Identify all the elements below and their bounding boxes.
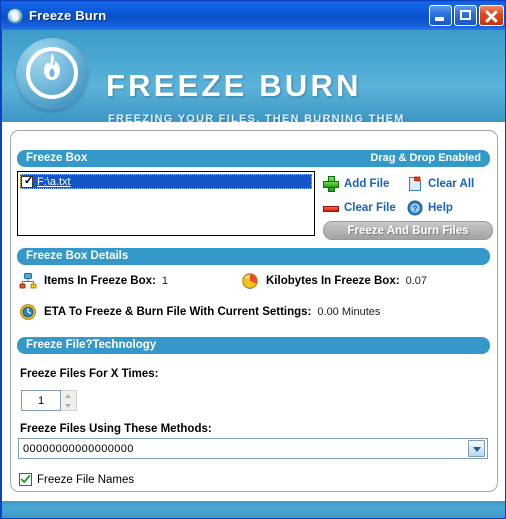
list-item[interactable]: ✓ F:\a.txt [20, 174, 312, 189]
items-in-box-value: 1 [161, 275, 168, 287]
flame-circle-logo [16, 38, 88, 110]
detail-items-in-box: Items In Freeze Box: 1 [19, 272, 168, 290]
methods-label: Freeze Files Using These Methods: [20, 423, 212, 435]
stepper-down-icon[interactable] [61, 401, 76, 411]
chevron-down-icon[interactable] [468, 440, 485, 457]
kilobytes-in-box-label: Kilobytes In Freeze Box: [266, 275, 400, 287]
detail-eta: ETA To Freeze & Burn File With Current S… [19, 303, 380, 321]
clear-all-label: Clear All [428, 177, 475, 190]
times-stepper[interactable]: 1 [21, 390, 77, 411]
technology-section-header: Freeze File?Technology [17, 337, 490, 354]
app-flame-icon [7, 7, 23, 24]
window-controls [429, 5, 504, 26]
close-button[interactable] [479, 5, 504, 26]
drag-drop-note: Drag & Drop Enabled [370, 152, 481, 164]
plus-icon [323, 175, 339, 192]
network-nodes-icon [19, 272, 37, 290]
clear-all-page-icon [407, 176, 423, 192]
times-label: Freeze Files For X Times: [20, 368, 159, 380]
clear-file-button[interactable]: Clear File [323, 200, 407, 216]
maximize-button[interactable] [454, 5, 477, 26]
help-button[interactable]: ? Help [407, 200, 491, 216]
clear-all-button[interactable]: Clear All [407, 176, 491, 192]
list-item-checkbox[interactable]: ✓ [21, 175, 33, 188]
flame-icon [44, 54, 60, 80]
banner-title: FREEZE BURN [106, 68, 362, 103]
add-file-button[interactable]: Add File [323, 175, 407, 192]
help-question-icon: ? [407, 200, 423, 216]
freeze-file-names-label: Freeze File Names [37, 473, 135, 486]
clear-file-label: Clear File [344, 201, 396, 214]
items-in-box-label: Items In Freeze Box: [44, 275, 156, 287]
list-item-label: F:\a.txt [37, 175, 71, 188]
freeze-file-names-checkbox-row[interactable]: Freeze File Names [19, 473, 134, 486]
banner: FREEZE BURN FREEZING YOUR FILES. THEN BU… [2, 30, 505, 123]
eta-label: ETA To Freeze & Burn File With Current S… [44, 306, 312, 318]
technology-section-title: Freeze File?Technology [26, 338, 157, 351]
banner-subtitle: FREEZING YOUR FILES. THEN BURNING THEM [108, 113, 405, 123]
times-stepper-buttons[interactable] [61, 390, 77, 411]
svg-text:?: ? [413, 204, 418, 213]
add-file-label: Add File [344, 177, 390, 190]
titlebar: Freeze Burn [1, 1, 505, 30]
statusbar [2, 501, 505, 518]
freeze-box-actions: Add File Clear All Clear File ? Help [323, 173, 493, 221]
minimize-button[interactable] [429, 5, 452, 26]
pie-sphere-icon [241, 272, 259, 290]
freeze-file-names-checkbox[interactable] [19, 473, 32, 486]
kilobytes-in-box-value: 0.07 [405, 275, 427, 287]
freeze-box-section-header: Freeze Box Drag & Drop Enabled [17, 150, 490, 167]
clock-icon [19, 303, 37, 321]
action-row-bottom: Clear File ? Help [323, 197, 493, 218]
methods-combobox[interactable]: 00000000000000000 [18, 438, 488, 459]
minus-icon [323, 200, 339, 216]
action-row-top: Add File Clear All [323, 173, 493, 194]
freeze-box-section-title: Freeze Box [26, 151, 88, 164]
eta-value: 0.00 Minutes [317, 306, 381, 318]
methods-selected-value: 00000000000000000 [23, 442, 134, 455]
freeze-box-listbox[interactable]: ✓ F:\a.txt [17, 171, 315, 236]
freeze-and-burn-label: Freeze And Burn Files [347, 224, 469, 237]
times-input[interactable]: 1 [21, 390, 61, 411]
app-window: Freeze Burn FREEZE BURN FREEZING YOUR FI… [0, 0, 506, 519]
stepper-up-icon[interactable] [61, 391, 76, 401]
freeze-and-burn-button[interactable]: Freeze And Burn Files [323, 221, 493, 240]
help-label: Help [428, 201, 453, 214]
details-section-header: Freeze Box Details [17, 248, 490, 265]
window-title: Freeze Burn [29, 8, 107, 23]
details-section-title: Freeze Box Details [26, 249, 129, 262]
detail-kilobytes-in-box: Kilobytes In Freeze Box: 0.07 [241, 272, 427, 290]
